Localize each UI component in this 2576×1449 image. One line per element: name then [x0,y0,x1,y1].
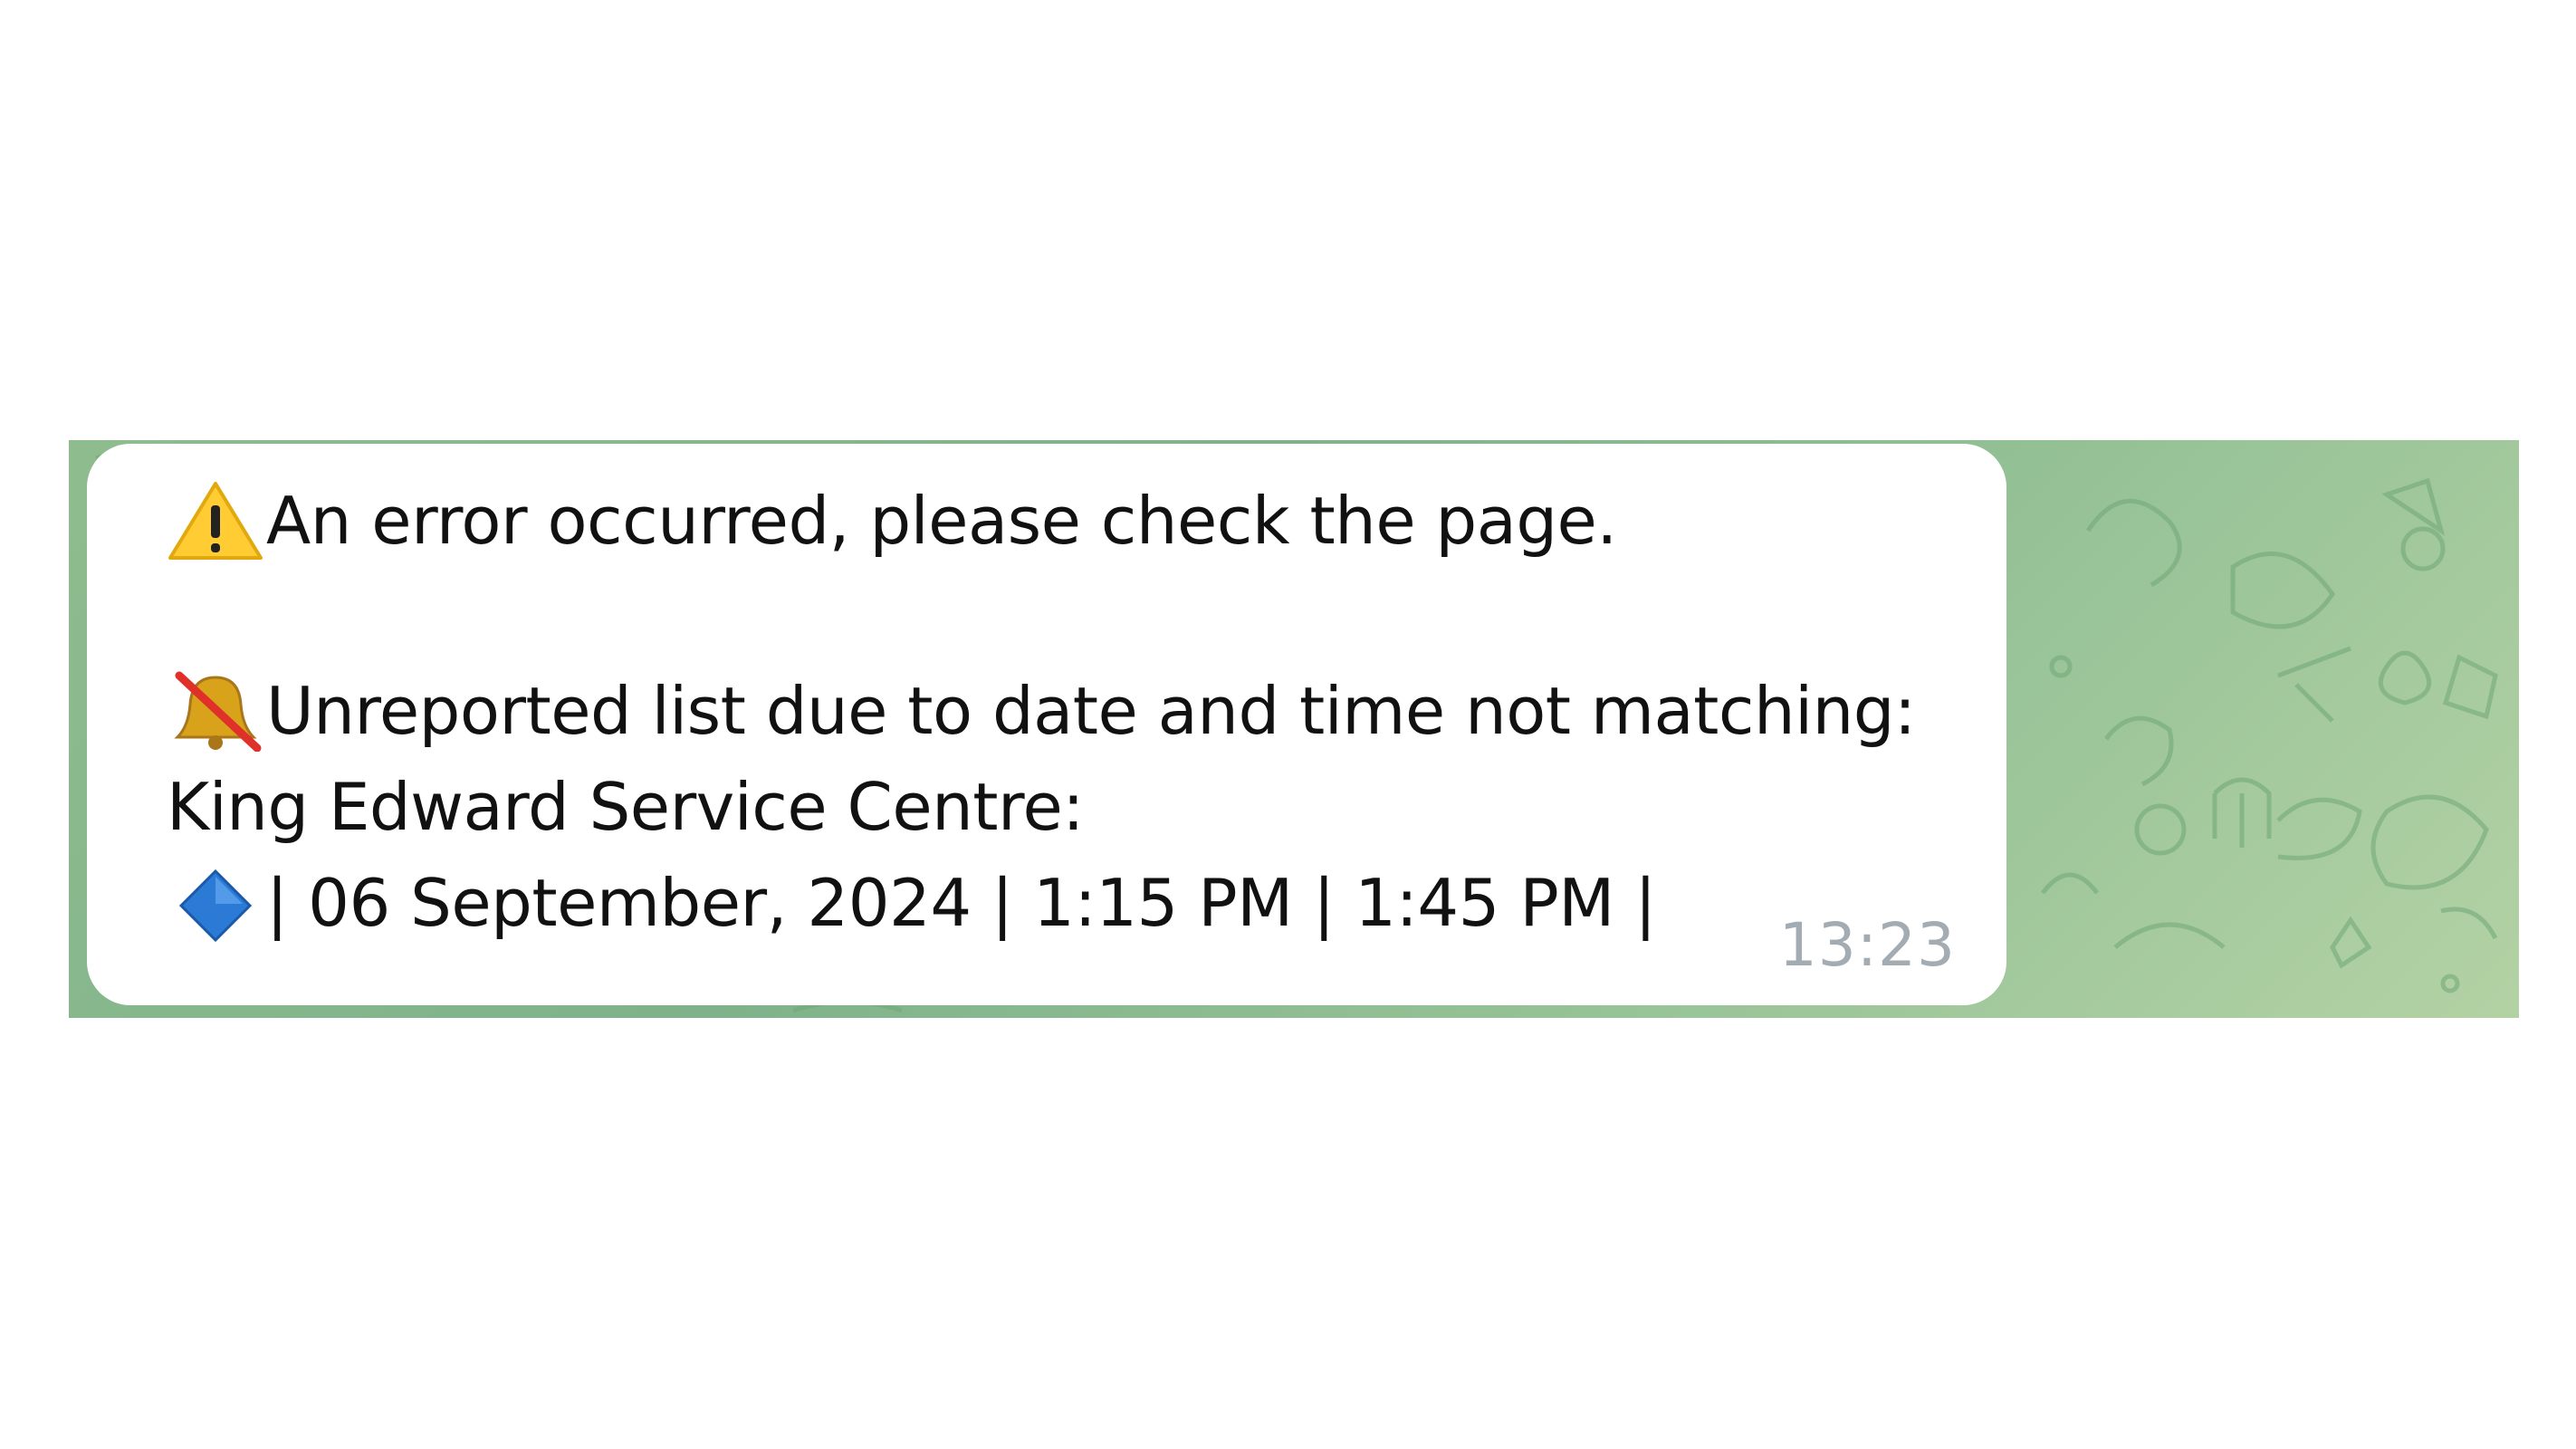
chat-background: An error occurred, please check the page… [69,440,2519,1018]
schedule-line: | 06 September, 2024 | 1:15 PM | 1:45 PM… [167,862,1657,944]
error-line: An error occurred, please check the page… [167,480,1617,561]
unreported-list-text: Unreported list due to date and time not… [266,673,1916,749]
error-message-text: An error occurred, please check the page… [266,483,1617,559]
location-line: King Edward Service Centre: [167,766,1085,848]
location-text: King Edward Service Centre: [167,769,1085,845]
message-timestamp: 13:23 [1778,910,1956,980]
blue-diamond-icon [167,862,266,944]
unreported-line: Unreported list due to date and time not… [167,670,1916,752]
message-bubble[interactable]: An error occurred, please check the page… [87,444,2006,1005]
warning-icon [167,480,266,561]
bell-muted-icon [167,670,266,752]
schedule-text: | 06 September, 2024 | 1:15 PM | 1:45 PM… [266,865,1657,941]
